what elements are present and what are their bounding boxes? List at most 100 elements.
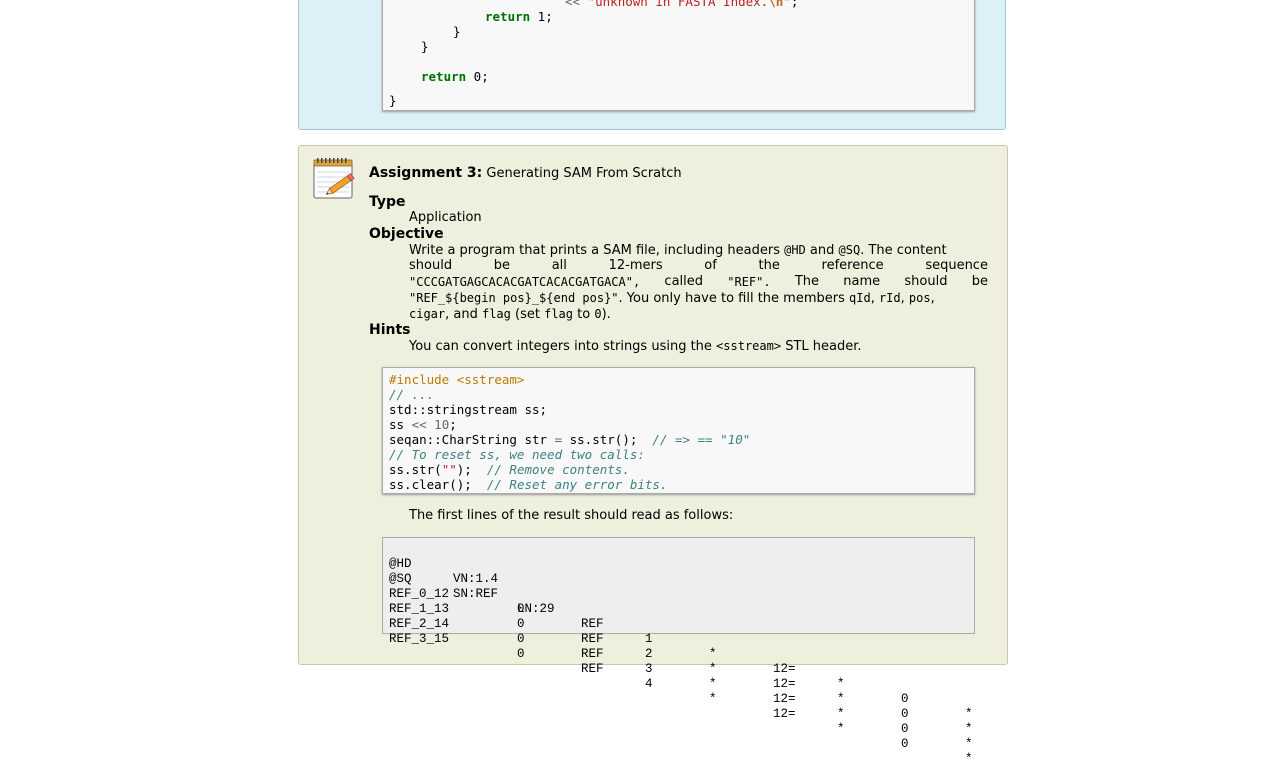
- code-token: 0;: [466, 69, 489, 84]
- sam-field: REF: [581, 647, 604, 661]
- sam-field: 12=: [773, 662, 796, 676]
- sam-field: 0: [901, 737, 909, 751]
- inline-code: rId: [878, 291, 901, 305]
- type-value: Application: [409, 210, 482, 225]
- text-run: . The content: [860, 243, 947, 258]
- inline-code: "REF".: [727, 275, 771, 289]
- objective-line-2: should be all 12-mers of the reference s…: [409, 258, 988, 274]
- sam-field: 0: [517, 647, 525, 661]
- hints-heading: Hints: [369, 322, 411, 338]
- sam-field: 3: [645, 662, 653, 676]
- code-line: std::stringstream ss;: [389, 402, 548, 417]
- assignment-title: Assignment 3: Generating SAM From Scratc…: [369, 165, 682, 182]
- sam-field: *: [709, 662, 717, 676]
- code-token: // Remove contents.: [486, 462, 630, 477]
- objective-line-3: "CCCGATGAGCACACGATCACACGATGACA", called …: [409, 274, 988, 290]
- sam-field: *: [965, 707, 973, 721]
- text-run: (set: [510, 307, 545, 322]
- word: the: [758, 258, 780, 273]
- word: name: [843, 274, 881, 289]
- code-token: ss.clear();: [389, 477, 487, 492]
- sam-field: *: [709, 677, 717, 691]
- text-run: ).: [601, 307, 611, 322]
- code-token: "unknown in FASTA Index.: [587, 0, 769, 9]
- code-token: ;: [449, 417, 457, 432]
- code-token: ss: [389, 417, 412, 432]
- text-run: ,: [930, 291, 935, 306]
- word: reference: [821, 258, 884, 273]
- inline-code: 0: [594, 307, 602, 321]
- text-run: . You only have to fill the members: [618, 291, 849, 306]
- inline-code: "CCCGATGAGCACACGATCACACGATGACA",: [409, 275, 641, 289]
- code-closing-brace: }: [389, 93, 397, 108]
- text-run: ,: [870, 291, 879, 306]
- sam-field: 4: [645, 677, 653, 691]
- code-token: <<: [411, 417, 427, 432]
- code-line: #include <sstream>: [389, 372, 525, 387]
- code-token: 1;: [530, 9, 553, 24]
- sam-field: *: [837, 722, 845, 736]
- sam-field: *: [837, 707, 845, 721]
- sam-field: 2: [645, 647, 653, 661]
- code-line: return 0;: [421, 69, 489, 84]
- sam-field: *: [965, 752, 973, 766]
- hint-code-block: #include <sstream> // ... std::stringstr…: [382, 367, 975, 494]
- code-token: "": [441, 462, 457, 477]
- code-token: seqan::CharString str: [389, 432, 555, 447]
- result-intro-text: The first lines of the result should rea…: [409, 508, 734, 523]
- assignment-label: Assignment 3:: [369, 165, 483, 181]
- code-token: // => == "10": [652, 432, 751, 447]
- code-line: // To reset ss, we need two calls:: [389, 447, 645, 462]
- solution-code-block: << "unknown in FASTA Index.\n"; return 1…: [382, 0, 975, 111]
- code-token: );: [456, 462, 487, 477]
- code-token: ss.str(: [389, 462, 442, 477]
- code-line: }: [453, 24, 461, 39]
- sam-field: *: [709, 692, 717, 706]
- inline-code: flag: [481, 307, 511, 321]
- sam-field: *: [709, 647, 717, 661]
- sam-field: 0: [901, 707, 909, 721]
- code-token: return: [485, 9, 531, 24]
- hints-text: You can convert integers into strings us…: [409, 338, 862, 355]
- inline-code: <sstream>: [716, 339, 782, 353]
- text-run: , and: [445, 307, 482, 322]
- code-line: return 1;: [485, 9, 553, 24]
- sam-field: 12=: [773, 707, 796, 721]
- code-line: seqan::CharString str = ss.str(); // => …: [389, 432, 750, 447]
- code-token: 10: [426, 417, 450, 432]
- inline-code: "REF_${begin pos}_${end pos}": [409, 291, 619, 305]
- sam-field: *: [837, 677, 845, 691]
- sam-field: REF: [581, 662, 604, 676]
- text-run: You can convert integers into strings us…: [409, 339, 717, 354]
- assignment-title-text: Generating SAM From Scratch: [486, 166, 682, 181]
- sam-output-block: @HD VN:1.4 @SQ SN:REF LN:29 REF_0_12 0 R…: [382, 537, 975, 766]
- sam-field: *: [965, 722, 973, 736]
- word: of: [704, 258, 717, 273]
- code-token: \n: [768, 0, 784, 9]
- code-line: ss.clear(); // Reset any error bits.: [389, 477, 667, 492]
- code-token: return: [421, 69, 467, 84]
- objective-line-5: cigar, and flag (set flag to 0).: [409, 306, 611, 323]
- code-token: <<: [565, 0, 581, 9]
- sam-field: 0: [517, 617, 525, 631]
- inline-code: pos: [908, 291, 931, 305]
- sam-field: REF_3_15: [389, 632, 450, 646]
- sam-field: REF: [581, 617, 604, 631]
- code-token: =: [554, 432, 563, 447]
- word: should: [904, 274, 948, 289]
- type-heading: Type: [369, 194, 406, 210]
- word: be: [971, 274, 988, 289]
- solution-panel: << "unknown in FASTA Index.\n"; return 1…: [298, 0, 1006, 130]
- word: should: [409, 258, 453, 273]
- code-token: ;: [790, 0, 799, 9]
- code-token: ": [783, 0, 791, 9]
- sam-field: *: [837, 692, 845, 706]
- sam-field: VN:1.4: [453, 572, 499, 586]
- inline-code: qId: [849, 291, 871, 305]
- sam-field: 12=: [773, 677, 796, 691]
- inline-code: @SQ: [838, 243, 861, 257]
- code-line: }: [421, 39, 429, 54]
- word: The: [794, 274, 820, 289]
- word: all: [551, 258, 567, 273]
- code-token: // Reset any error bits.: [486, 477, 668, 492]
